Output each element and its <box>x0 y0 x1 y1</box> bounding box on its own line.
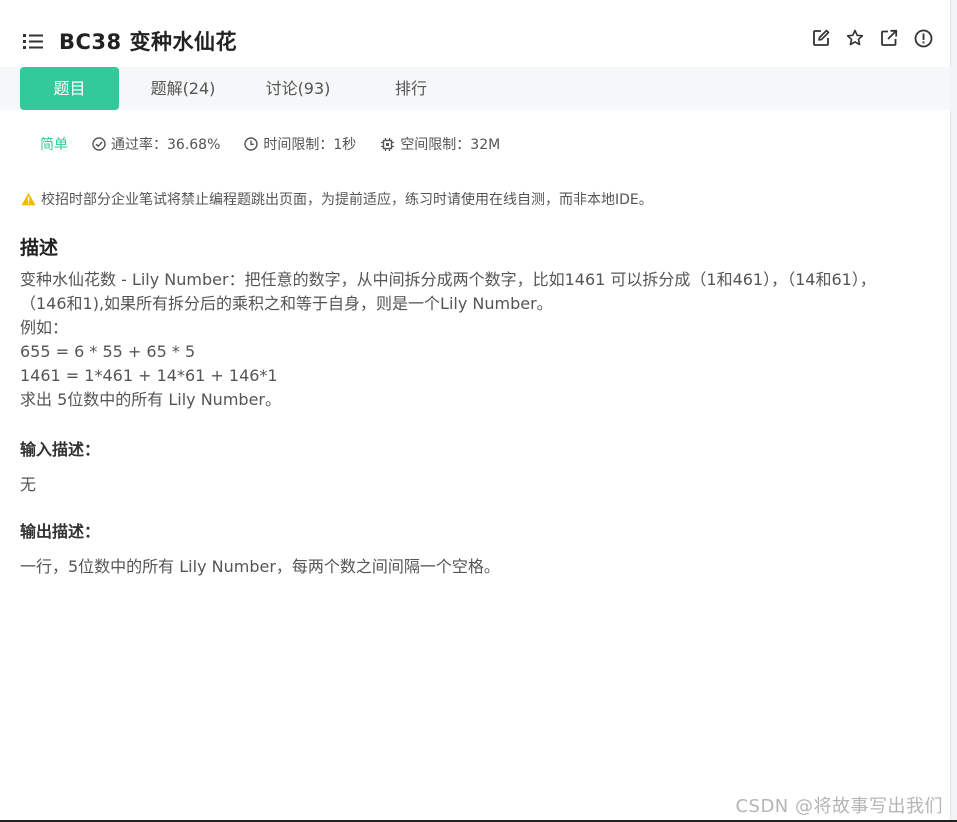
tab-bar: 题目 题解(24) 讨论(93) 排行 <box>0 67 951 110</box>
space-limit-text: 空间限制：32M <box>400 137 501 153</box>
external-link-icon[interactable] <box>879 28 899 48</box>
pass-rate-text: 通过率：36.68% <box>111 137 221 153</box>
input-heading: 输入描述： <box>20 440 101 459</box>
description-line: （146和1),如果所有拆分后的乘积之和等于自身，则是一个Lily Number… <box>20 294 553 313</box>
exam-notice: 校招时部分企业笔试将禁止编程题跳出页面，为提前适应，练习时请使用在线自测，而非本… <box>21 189 653 209</box>
description-line: 例如： <box>20 318 69 337</box>
description-line: 变种水仙花数 - Lily Number：把任意的数字，从中间拆分成两个数字，比… <box>20 270 876 289</box>
time-limit: 时间限制：1秒 <box>244 134 356 154</box>
tab-ranking[interactable]: 排行 <box>380 67 442 110</box>
description-line: 1461 = 1*461 + 14*61 + 146*1 <box>20 366 278 385</box>
tab-problem[interactable]: 题目 <box>20 67 119 110</box>
problem-meta: 简单 通过率：36.68% 时间限制：1秒 空间限制：32M <box>40 135 524 153</box>
star-icon[interactable] <box>845 28 865 48</box>
clock-icon <box>244 137 259 151</box>
output-text: 一行，5位数中的所有 Lily Number，每两个数之间间隔一个空格。 <box>20 557 500 576</box>
list-menu-icon[interactable] <box>23 32 45 50</box>
page-title: BC38 变种水仙花 <box>59 30 237 54</box>
description-heading: 描述 <box>20 237 59 259</box>
chip-icon <box>381 137 395 151</box>
tab-solutions[interactable]: 题解(24) <box>140 67 226 110</box>
description-line: 求出 5位数中的所有 Lily Number。 <box>20 390 281 409</box>
csdn-watermark: CSDN @将故事写出我们 <box>735 796 943 817</box>
time-limit-text: 时间限制：1秒 <box>263 137 357 153</box>
space-limit: 空间限制：32M <box>380 134 500 154</box>
difficulty-badge: 简单 <box>40 137 68 153</box>
problem-header: BC38 变种水仙花 <box>0 4 951 67</box>
warning-icon <box>21 192 36 206</box>
description-body: 变种水仙花数 - Lily Number：把任意的数字，从中间拆分成两个数字，比… <box>20 268 935 412</box>
notice-text: 校招时部分企业笔试将禁止编程题跳出页面，为提前适应，练习时请使用在线自测，而非本… <box>41 192 653 208</box>
description-line: 655 = 6 * 55 + 65 * 5 <box>20 342 196 361</box>
tab-discussion[interactable]: 讨论(93) <box>255 67 341 110</box>
report-icon[interactable] <box>913 28 933 48</box>
input-text: 无 <box>20 475 37 494</box>
edit-icon[interactable] <box>811 28 831 48</box>
output-heading: 输出描述： <box>20 522 101 541</box>
header-actions <box>811 28 933 48</box>
check-circle-icon <box>92 137 106 151</box>
problem-page: BC38 变种水仙花 题目 题解(24) 讨论(93) 排行 简单 通过率：36… <box>0 0 951 822</box>
pass-rate: 通过率：36.68% <box>92 134 220 154</box>
